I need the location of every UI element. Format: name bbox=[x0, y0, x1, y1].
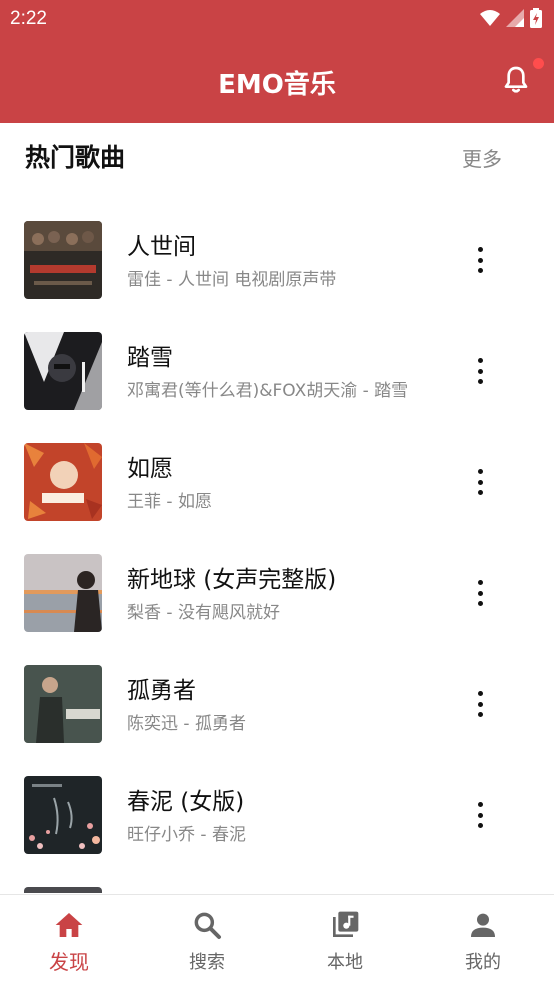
nav-search[interactable]: 搜索 bbox=[138, 895, 276, 984]
section-title: 热门歌曲 bbox=[25, 143, 126, 172]
status-icons bbox=[480, 8, 542, 28]
wifi-icon bbox=[480, 10, 500, 26]
bottom-navigation: 发现 搜索 本地 我的 bbox=[0, 894, 554, 984]
song-row-partial[interactable] bbox=[0, 859, 554, 893]
song-row[interactable]: 踏雪 邓寓君(等什么君)&FOX胡天渝 - 踏雪 bbox=[0, 304, 554, 415]
album-cover bbox=[24, 332, 102, 410]
nav-local[interactable]: 本地 bbox=[276, 895, 414, 984]
album-cover bbox=[24, 776, 102, 854]
album-cover bbox=[24, 443, 102, 521]
nav-discover[interactable]: 发现 bbox=[0, 895, 138, 984]
battery-icon bbox=[530, 8, 542, 28]
more-options-icon[interactable] bbox=[470, 245, 490, 275]
nav-mine[interactable]: 我的 bbox=[414, 895, 552, 984]
notification-badge bbox=[533, 58, 544, 69]
song-subtitle: 邓寓君(等什么君)&FOX胡天渝 - 踏雪 bbox=[127, 381, 409, 401]
more-options-icon[interactable] bbox=[470, 689, 490, 719]
song-title: 如愿 bbox=[127, 456, 173, 482]
more-options-icon[interactable] bbox=[470, 356, 490, 386]
album-cover bbox=[24, 554, 102, 632]
nav-label: 本地 bbox=[327, 952, 363, 973]
song-title: 踏雪 bbox=[127, 345, 173, 371]
more-options-icon[interactable] bbox=[470, 467, 490, 497]
music-library-icon bbox=[333, 911, 359, 937]
person-icon bbox=[471, 913, 495, 937]
song-title: 春泥 (女版) bbox=[127, 789, 245, 815]
album-cover bbox=[24, 221, 102, 299]
song-row[interactable]: 新地球 (女声完整版) 梨香 - 没有飓风就好 bbox=[0, 526, 554, 637]
song-row[interactable]: 春泥 (女版) 旺仔小乔 - 春泥 bbox=[0, 748, 554, 859]
nav-label: 搜索 bbox=[189, 952, 225, 973]
song-title: 新地球 (女声完整版) bbox=[127, 567, 337, 593]
status-time: 2:22 bbox=[10, 8, 47, 29]
more-options-icon[interactable] bbox=[470, 800, 490, 830]
app-title: EMO音乐 bbox=[218, 70, 336, 100]
notification-bell-icon[interactable] bbox=[500, 64, 532, 96]
song-title: 人世间 bbox=[127, 234, 196, 260]
song-row[interactable]: 如愿 王菲 - 如愿 bbox=[0, 415, 554, 526]
song-subtitle: 梨香 - 没有飓风就好 bbox=[127, 603, 280, 623]
song-subtitle: 雷佳 - 人世间 电视剧原声带 bbox=[127, 270, 337, 290]
song-subtitle: 旺仔小乔 - 春泥 bbox=[127, 825, 246, 845]
home-icon bbox=[55, 913, 83, 937]
song-row[interactable]: 孤勇者 陈奕迅 - 孤勇者 bbox=[0, 637, 554, 748]
song-list: 人世间 雷佳 - 人世间 电视剧原声带 踏雪 邓寓君(等什么君)&FOX胡天渝 … bbox=[0, 193, 554, 893]
song-subtitle: 陈奕迅 - 孤勇者 bbox=[127, 714, 246, 734]
song-subtitle: 王菲 - 如愿 bbox=[127, 492, 212, 512]
more-link[interactable]: 更多 bbox=[462, 143, 502, 172]
song-row[interactable]: 人世间 雷佳 - 人世间 电视剧原声带 bbox=[0, 193, 554, 304]
album-cover bbox=[24, 887, 102, 893]
section-header: 热门歌曲 更多 bbox=[0, 123, 554, 193]
signal-icon bbox=[506, 9, 524, 27]
nav-label: 发现 bbox=[49, 950, 89, 974]
more-options-icon[interactable] bbox=[470, 578, 490, 608]
song-title: 孤勇者 bbox=[127, 678, 196, 704]
nav-label: 我的 bbox=[465, 952, 501, 973]
album-cover bbox=[24, 665, 102, 743]
app-bar: 2:22 EMO音乐 bbox=[0, 0, 554, 123]
search-icon bbox=[194, 912, 221, 939]
